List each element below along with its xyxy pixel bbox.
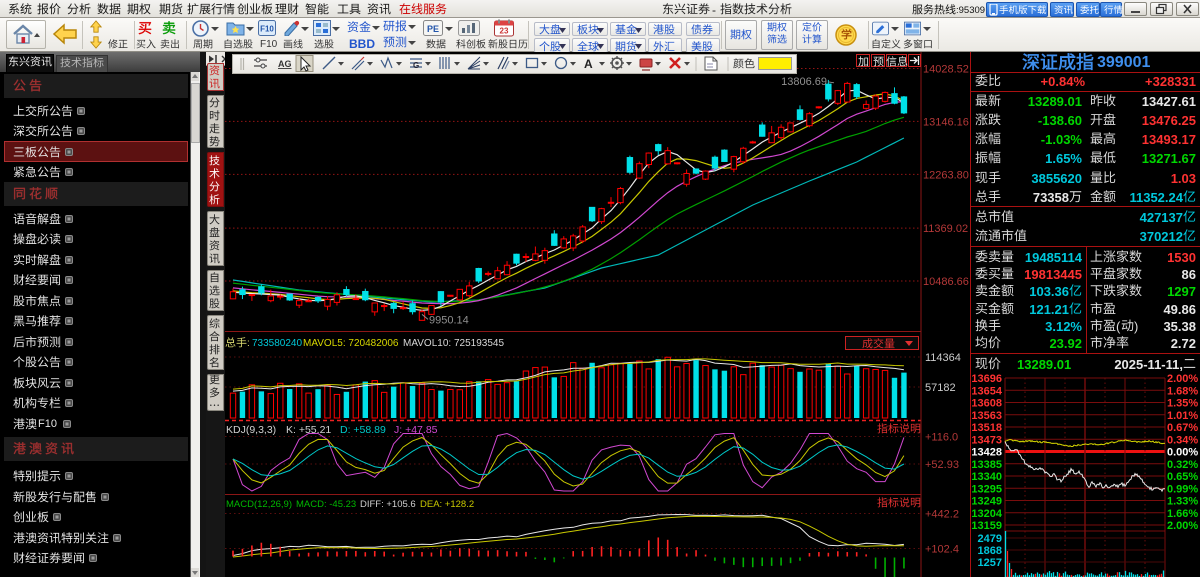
svg-text:+102.4: +102.4	[925, 544, 959, 556]
svg-text:13340: 13340	[971, 471, 1002, 483]
svg-text:0.65%: 0.65%	[1167, 471, 1198, 483]
svg-text:0.34%: 0.34%	[1167, 434, 1198, 446]
svg-text:13608: 13608	[971, 398, 1002, 410]
svg-text:11369.02: 11369.02	[923, 223, 968, 235]
svg-text:1.01%: 1.01%	[1167, 410, 1198, 422]
svg-text:9950.14: 9950.14	[429, 314, 469, 326]
svg-text:13428: 13428	[971, 447, 1002, 459]
svg-text:2.00%: 2.00%	[1167, 374, 1198, 385]
svg-text:1.35%: 1.35%	[1167, 398, 1198, 410]
svg-text:+52.93: +52.93	[925, 459, 959, 471]
svg-text:114364: 114364	[925, 352, 961, 364]
svg-text:G: G	[413, 61, 419, 70]
svg-text:1.66%: 1.66%	[1167, 508, 1198, 520]
svg-text:PE: PE	[427, 24, 439, 34]
svg-text:0.32%: 0.32%	[1167, 459, 1198, 471]
svg-text:13146.16: 13146.16	[923, 116, 969, 128]
svg-text:13295: 13295	[971, 483, 1002, 495]
svg-text:A: A	[584, 57, 593, 71]
svg-text:+116.0: +116.0	[925, 432, 958, 444]
svg-text:AG: AG	[278, 59, 292, 69]
svg-text:13385: 13385	[971, 459, 1002, 471]
svg-text:13473: 13473	[971, 434, 1002, 446]
svg-text:2479: 2479	[978, 533, 1002, 545]
svg-text:13518: 13518	[971, 422, 1002, 434]
svg-text:12263.80: 12263.80	[923, 169, 969, 181]
svg-text:1.68%: 1.68%	[1167, 385, 1198, 397]
svg-text:2.00%: 2.00%	[1167, 520, 1198, 532]
svg-text:0.00%: 0.00%	[1167, 447, 1198, 459]
svg-text:1868: 1868	[978, 545, 1002, 557]
svg-text:13696: 13696	[971, 374, 1002, 385]
svg-text:1257: 1257	[978, 557, 1002, 569]
svg-text:13159: 13159	[971, 520, 1002, 532]
svg-text:13806.69: 13806.69	[781, 76, 827, 88]
svg-text:13563: 13563	[971, 410, 1002, 422]
svg-text:0.67%: 0.67%	[1167, 422, 1198, 434]
svg-text:13204: 13204	[971, 508, 1002, 520]
svg-text:57182: 57182	[925, 382, 956, 394]
svg-text:F10: F10	[260, 25, 274, 34]
svg-text:23: 23	[500, 27, 509, 36]
svg-text:+442.2: +442.2	[925, 509, 959, 521]
svg-text:13654: 13654	[971, 385, 1002, 397]
svg-text:0.99%: 0.99%	[1167, 483, 1198, 495]
svg-text:14028.52: 14028.52	[923, 64, 969, 76]
svg-text:13249: 13249	[971, 496, 1002, 508]
svg-text:10486.66: 10486.66	[923, 276, 969, 288]
svg-text:1.33%: 1.33%	[1167, 496, 1198, 508]
